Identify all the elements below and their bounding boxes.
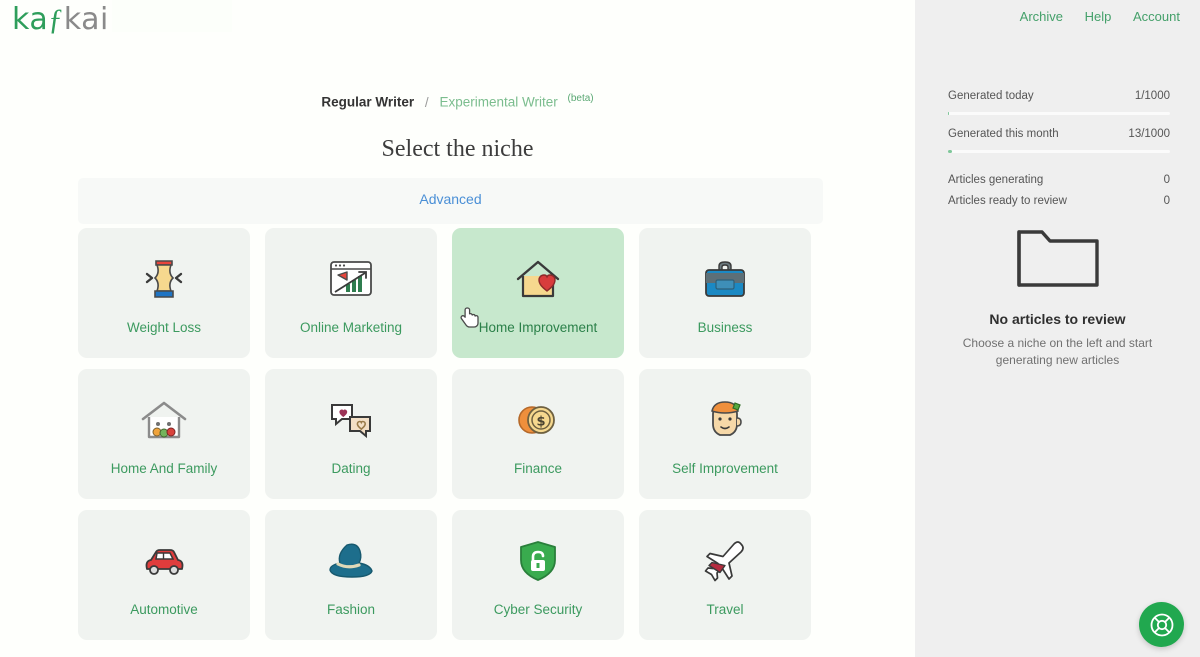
niche-card-online-marketing[interactable]: Online Marketing (265, 228, 437, 358)
folder-icon (1016, 230, 1099, 287)
niche-label: Business (697, 319, 753, 335)
niche-label: Finance (513, 460, 563, 476)
count-articles-generating: Articles generating 0 (948, 174, 1170, 186)
niche-label: Travel (706, 601, 744, 617)
niche-label: Fashion (326, 601, 376, 617)
app-root: kaƒ kai Regular Writer / Experimental Wri… (0, 0, 1200, 657)
niche-label: Home And Family (110, 460, 218, 476)
niche-card-cyber-security[interactable]: Cyber Security (452, 510, 624, 640)
car-icon (145, 548, 184, 575)
shield-lock-icon (520, 540, 556, 581)
niche-label: Weight Loss (126, 319, 202, 335)
coins-icon: $ (518, 405, 555, 434)
stat-generated-month: Generated this month 13/1000 (948, 128, 1170, 140)
weight-loss-icon (145, 259, 183, 298)
niche-card-finance[interactable]: $ Finance (452, 369, 624, 499)
empty-state-title: No articles to review (989, 311, 1126, 327)
count-articles-generating-label: Articles generating (948, 174, 1044, 186)
niche-label: Cyber Security (493, 601, 583, 617)
hat-icon (329, 543, 373, 578)
lifebuoy-icon (1150, 613, 1173, 636)
niche-card-self-improvement[interactable]: Self Improvement (639, 369, 811, 499)
stat-generated-month-value: 13/1000 (1128, 128, 1170, 140)
niche-card-dating[interactable]: Dating (265, 369, 437, 499)
niche-icon-wrap (512, 533, 564, 589)
niche-card-home-and-family[interactable]: Home And Family (78, 369, 250, 499)
main-content-area: kaƒ kai Regular Writer / Experimental Wri… (0, 0, 915, 657)
niche-icon-wrap (325, 533, 377, 589)
niche-icon-wrap (325, 251, 377, 307)
niche-icon-wrap (512, 251, 564, 307)
niche-label: Online Marketing (299, 319, 403, 335)
logo-background-tint (112, 0, 232, 32)
niche-card-home-improvement[interactable]: Home Improvement (452, 228, 624, 358)
niche-icon-wrap (325, 392, 377, 448)
logo-text-secondary: kai (63, 1, 109, 37)
count-articles-generating-value: 0 (1163, 174, 1170, 186)
online-marketing-icon (330, 260, 372, 296)
nav-account[interactable]: Account (1133, 9, 1180, 24)
advanced-panel: Advanced (78, 178, 823, 224)
stat-generated-month-label: Generated this month (948, 128, 1059, 140)
help-fab-button[interactable] (1139, 602, 1184, 647)
niche-grid: Weight Loss Online Marketing Home Improv… (78, 228, 823, 640)
writer-mode-tabs: Regular Writer / Experimental Writer (be… (0, 93, 915, 110)
empty-state-subtitle: Choose a niche on the left and start gen… (962, 336, 1153, 368)
home-family-icon (141, 401, 187, 438)
stat-generated-today-progress (948, 112, 1170, 115)
airplane-icon (704, 540, 744, 581)
stat-generated-month-progress (948, 150, 1170, 153)
count-articles-ready: Articles ready to review 0 (948, 195, 1170, 207)
niche-card-fashion[interactable]: Fashion (265, 510, 437, 640)
top-navigation: Archive Help Account (1002, 9, 1180, 24)
kafkai-logo[interactable]: kaƒ kai (12, 1, 109, 37)
tab-separator: / (424, 94, 429, 110)
niche-label: Automotive (130, 601, 198, 617)
niche-icon-wrap (699, 251, 751, 307)
advanced-toggle-link[interactable]: Advanced (78, 178, 823, 220)
right-sidebar: Archive Help Account Generated today 1/1… (915, 0, 1200, 657)
niche-label: Self Improvement (672, 460, 778, 476)
niche-label: Home Improvement (478, 319, 598, 335)
stat-generated-today: Generated today 1/1000 (948, 90, 1170, 102)
page-title: Select the niche (381, 136, 534, 162)
niche-icon-wrap (138, 251, 190, 307)
niche-card-travel[interactable]: Travel (639, 510, 811, 640)
niche-card-automotive[interactable]: Automotive (78, 510, 250, 640)
niche-icon-wrap (138, 392, 190, 448)
niche-icon-wrap (699, 533, 751, 589)
nav-help[interactable]: Help (1085, 9, 1112, 24)
logo-text-primary: kaƒ (12, 1, 64, 37)
niche-icon-wrap (138, 533, 190, 589)
count-articles-ready-value: 0 (1163, 195, 1170, 207)
nav-archive[interactable]: Archive (1020, 9, 1063, 24)
count-articles-ready-label: Articles ready to review (948, 195, 1067, 207)
niche-icon-wrap: $ (512, 392, 564, 448)
niche-label: Dating (331, 460, 371, 476)
svg-text:$: $ (536, 414, 545, 429)
niche-card-weight-loss[interactable]: Weight Loss (78, 228, 250, 358)
stat-generated-today-value: 1/1000 (1134, 90, 1170, 102)
self-improvement-icon (711, 400, 742, 436)
briefcase-icon (705, 260, 745, 297)
niche-icon-wrap (699, 392, 751, 448)
stat-generated-today-label: Generated today (948, 90, 1034, 102)
empty-state: No articles to review Choose a niche on … (915, 222, 1200, 370)
home-improvement-icon (516, 260, 560, 297)
dating-icon (331, 403, 371, 438)
tab-experimental-writer[interactable]: Experimental Writer (439, 95, 557, 110)
tab-regular-writer[interactable]: Regular Writer (321, 95, 414, 110)
beta-badge: (beta) (567, 93, 594, 104)
niche-card-business[interactable]: Business (639, 228, 811, 358)
